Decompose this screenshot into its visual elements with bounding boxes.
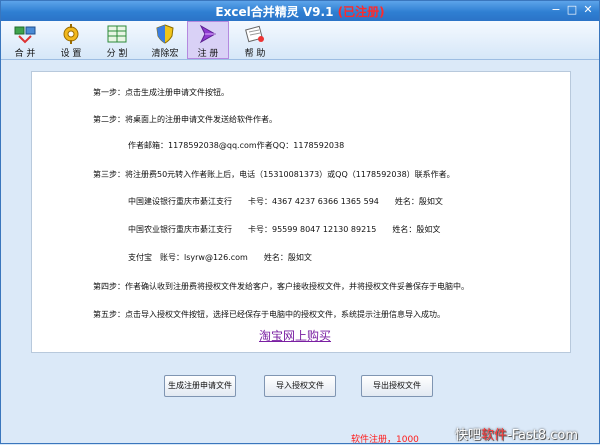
toolbar-label: 设 置 bbox=[60, 49, 82, 59]
export-license-file-button[interactable]: 导出授权文件 bbox=[361, 375, 433, 397]
title-status: (已注册) bbox=[337, 5, 385, 19]
toolbar: 合 并 设 置 分 割 清除宏 注 册 帮 助 bbox=[1, 21, 599, 60]
close-button[interactable]: ✕ bbox=[581, 3, 595, 17]
title-bar[interactable]: Excel合并精灵 V9.1 (已注册) − □ ✕ bbox=[1, 1, 599, 21]
register-icon bbox=[199, 24, 217, 44]
step-5-text: 第五步：点击导入授权文件按钮，选择已经保存于电脑中的授权文件，系统提示注册信息导… bbox=[93, 310, 445, 319]
author-email-text: 作者邮箱：1178592038@qq.com作者QQ：1178592038 bbox=[128, 141, 345, 150]
split-button[interactable]: 分 割 bbox=[97, 22, 137, 59]
minimize-button[interactable]: − bbox=[549, 3, 563, 17]
watermark-part-1: 快吧 bbox=[455, 428, 482, 443]
site-watermark: 快吧软件-Fast8.com bbox=[455, 424, 578, 443]
help-icon bbox=[245, 25, 264, 43]
clear-macro-button[interactable]: 清除宏 bbox=[145, 22, 185, 59]
shield-icon bbox=[156, 24, 174, 44]
footer-text: 软件注册，1000 bbox=[351, 435, 419, 445]
title-main: Excel合并精灵 V9.1 bbox=[215, 5, 334, 19]
step-3-text: 第三步：将注册费50元转入作者账上后，电话（15310081373）或QQ（11… bbox=[93, 170, 455, 179]
toolbar-label: 注 册 bbox=[197, 49, 219, 59]
bank-account-1-text: 中国建设银行重庆市綦江支行 卡号：4367 4237 6366 1365 594… bbox=[128, 197, 443, 206]
toolbar-label: 帮 助 bbox=[244, 49, 266, 59]
split-table-icon bbox=[107, 25, 127, 43]
toolbar-label: 合 并 bbox=[14, 49, 36, 59]
merge-button[interactable]: 合 并 bbox=[5, 22, 45, 59]
app-window: Excel合并精灵 V9.1 (已注册) − □ ✕ 合 并 设 置 分 割 清… bbox=[0, 0, 600, 445]
step-2-text: 第二步：将桌面上的注册申请文件发送给软件作者。 bbox=[93, 115, 277, 124]
watermark-part-2: 软件 bbox=[481, 428, 508, 443]
toolbar-label: 清除宏 bbox=[151, 49, 179, 59]
settings-gear-icon bbox=[63, 24, 79, 44]
maximize-button[interactable]: □ bbox=[565, 3, 579, 17]
merge-icon bbox=[14, 26, 36, 44]
watermark-part-3: -Fast8.com bbox=[507, 428, 579, 443]
import-license-file-button[interactable]: 导入授权文件 bbox=[264, 375, 336, 397]
taobao-purchase-link[interactable]: 淘宝网上购买 bbox=[259, 327, 331, 344]
help-button[interactable]: 帮 助 bbox=[235, 22, 275, 59]
toolbar-label: 分 割 bbox=[106, 49, 128, 59]
settings-button[interactable]: 设 置 bbox=[51, 22, 91, 59]
alipay-account-text: 支付宝 账号：lsyrw@126.com 姓名：殷如文 bbox=[128, 253, 312, 262]
register-button[interactable]: 注 册 bbox=[187, 21, 229, 59]
generate-request-file-button[interactable]: 生成注册申请文件 bbox=[164, 375, 236, 397]
step-1-text: 第一步：点击生成注册申请文件按钮。 bbox=[93, 88, 229, 97]
step-4-text: 第四步：作者确认收到注册费将授权文件发给客户，客户接收授权文件，并将授权文件妥善… bbox=[93, 282, 469, 291]
bank-account-2-text: 中国农业银行重庆市綦江支行 卡号：95599 8047 12130 89215 … bbox=[128, 225, 441, 234]
window-title: Excel合并精灵 V9.1 (已注册) bbox=[1, 3, 599, 20]
